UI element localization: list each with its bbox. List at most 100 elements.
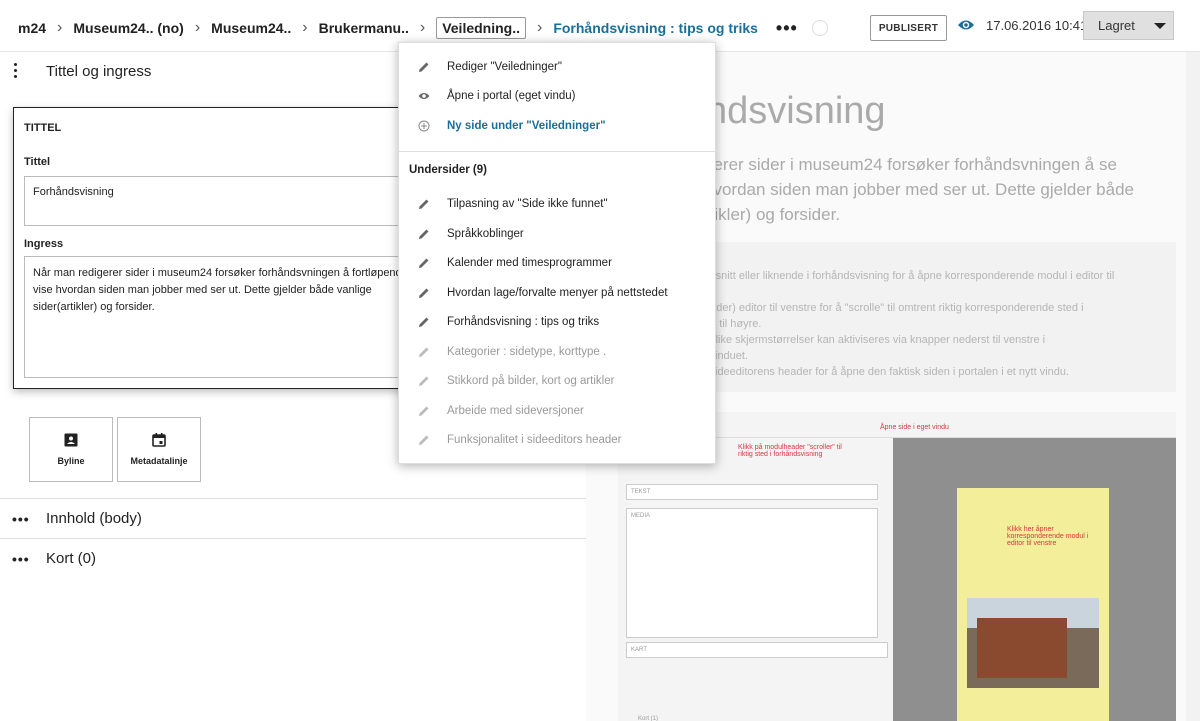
menu-subpage-item: Kategorier : sidetype, korttype . bbox=[399, 337, 717, 366]
pencil-icon bbox=[419, 317, 429, 327]
pencil-icon bbox=[419, 406, 429, 416]
more-horizontal-icon[interactable]: ••• bbox=[0, 551, 40, 567]
chevron-right-icon: › bbox=[537, 19, 543, 36]
subpage-label: Språkkoblinger bbox=[447, 227, 524, 240]
breadcrumb: m24 › Museum24.. (no) › Museum24.. › Bru… bbox=[18, 17, 828, 39]
preview-list-line: eader) editor til venstre for å "scrolle… bbox=[704, 302, 1084, 314]
subpage-label: Tilpasning av "Side ikke funnet" bbox=[447, 197, 608, 210]
title-module-card: TITTEL Tittel Forhåndsvisning Ingress Nå… bbox=[13, 107, 433, 389]
menu-subpage-item[interactable]: Kalender med timesprogrammer bbox=[399, 248, 717, 277]
pencil-icon bbox=[419, 229, 429, 239]
preview-list-line: i ulike skjermstørrelser kan aktiviseres… bbox=[704, 334, 1046, 346]
screenshot-photo bbox=[967, 598, 1099, 688]
ingress-label: Ingress bbox=[24, 238, 64, 250]
screenshot-bottom-label: Kort (1) bbox=[638, 716, 659, 721]
breadcrumb-item-veiledninger[interactable]: Veiledning.. bbox=[436, 17, 526, 39]
menu-subpage-item[interactable]: Forhåndsvisning : tips og triks bbox=[399, 307, 717, 336]
preview-lead[interactable]: gerer sider i museum24 forsøker forhånds… bbox=[704, 152, 1174, 227]
eye-icon[interactable] bbox=[957, 18, 975, 32]
screenshot-module: KART bbox=[626, 642, 888, 658]
menu-item-new-page[interactable]: Ny side under "Veiledninger" bbox=[399, 111, 717, 140]
title-input[interactable]: Forhåndsvisning bbox=[24, 176, 424, 226]
section-label-cards: Kort (0) bbox=[46, 550, 97, 567]
subpage-label: Hvordan lage/forvalte menyer på nettsted… bbox=[447, 286, 668, 299]
preview-list-line: en til høyre. bbox=[704, 318, 762, 330]
pencil-icon bbox=[419, 258, 429, 268]
subpages-header: Undersider (9) bbox=[409, 164, 487, 176]
saved-label: Lagret bbox=[1098, 18, 1135, 33]
screenshot-module: TEKST bbox=[626, 484, 878, 500]
breadcrumb-current: Forhåndsvisning : tips og triks bbox=[553, 20, 758, 36]
chevron-right-icon: › bbox=[302, 19, 308, 36]
more-horizontal-icon[interactable]: ••• bbox=[0, 511, 40, 527]
chevron-right-icon: › bbox=[419, 19, 426, 36]
loading-spinner-icon bbox=[811, 20, 828, 36]
saved-dropdown[interactable]: Lagret bbox=[1083, 11, 1174, 40]
menu-item-label: Ny side under "Veiledninger" bbox=[447, 119, 606, 132]
preview-list-line: avsnitt eller liknende i forhåndsvisning… bbox=[704, 270, 1115, 282]
menu-divider bbox=[399, 151, 717, 152]
breadcrumb-dropdown-menu: Rediger "Veiledninger" Åpne i portal (eg… bbox=[398, 42, 717, 464]
menu-item-open-portal[interactable]: Åpne i portal (eget vindu) bbox=[399, 81, 717, 110]
annotation-open-window: Åpne side i eget vindu bbox=[880, 424, 949, 431]
subpage-label: Forhåndsvisning : tips og triks bbox=[447, 315, 600, 328]
screenshot-editor: Klikk på modulheader "scroller" til rikt… bbox=[618, 438, 893, 721]
card-title: TITTEL bbox=[24, 122, 62, 134]
screenshot-module: MEDIA bbox=[626, 508, 878, 638]
metadata-line-label: Metadatalinje bbox=[130, 456, 188, 466]
more-vertical-icon[interactable] bbox=[14, 63, 18, 81]
menu-subpage-item[interactable]: Tilpasning av "Side ikke funnet" bbox=[399, 189, 717, 218]
menu-subpage-item[interactable]: Hvordan lage/forvalte menyer på nettsted… bbox=[399, 278, 717, 307]
byline-label: Byline bbox=[57, 456, 85, 466]
pencil-icon bbox=[419, 199, 429, 209]
more-horizontal-icon[interactable]: ••• bbox=[776, 18, 798, 39]
section-row-body[interactable]: ••• Innhold (body) bbox=[0, 498, 586, 538]
subpage-label: Funksjonalitet i sideeditors header bbox=[447, 433, 622, 446]
ingress-textarea[interactable]: Når man redigerer sider i museum24 forsø… bbox=[24, 256, 424, 378]
breadcrumb-item-brukermanual[interactable]: Brukermanu.. bbox=[319, 20, 409, 36]
menu-subpage-item: Funksjonalitet i sideeditors header bbox=[399, 425, 717, 454]
timestamp: 17.06.2016 10:41 bbox=[986, 18, 1088, 33]
eye-icon bbox=[418, 92, 430, 99]
plus-circle-icon bbox=[418, 120, 430, 131]
breadcrumb-item-m24[interactable]: m24 bbox=[18, 20, 46, 36]
preview-list-line: svinduet. bbox=[704, 350, 749, 362]
chevron-right-icon: › bbox=[57, 19, 63, 36]
byline-button[interactable]: Byline bbox=[29, 417, 113, 482]
breadcrumb-item-museum24[interactable]: Museum24.. bbox=[211, 20, 291, 36]
menu-subpage-item[interactable]: Språkkoblinger bbox=[399, 219, 717, 248]
annotation-open-module: Klikk her åpner korresponderende modul i… bbox=[1007, 526, 1089, 547]
menu-item-label: Åpne i portal (eget vindu) bbox=[447, 89, 576, 102]
published-button[interactable]: PUBLISERT bbox=[870, 15, 947, 41]
preview-list-line: i sideeditorens header for å åpne den fa… bbox=[704, 366, 1070, 378]
menu-item-edit[interactable]: Rediger "Veiledninger" bbox=[399, 52, 717, 81]
annotation-scroll: Klikk på modulheader "scroller" til rikt… bbox=[738, 444, 842, 458]
menu-subpage-item: Stikkord på bilder, kort og artikler bbox=[399, 366, 717, 395]
pencil-icon bbox=[419, 347, 429, 357]
preview-title[interactable]: ndsvisning bbox=[706, 90, 886, 133]
subpage-label: Kalender med timesprogrammer bbox=[447, 256, 612, 269]
menu-subpage-item: Arbeide med sideversjoner bbox=[399, 396, 717, 425]
pencil-icon bbox=[419, 62, 429, 72]
contact-card-icon bbox=[64, 433, 78, 447]
subpage-label: Stikkord på bilder, kort og artikler bbox=[447, 374, 615, 387]
breadcrumb-item-museum24-no[interactable]: Museum24.. (no) bbox=[73, 20, 183, 36]
pencil-icon bbox=[419, 435, 429, 445]
screenshot-module-label: MEDIA bbox=[631, 513, 651, 519]
menu-item-label: Rediger "Veiledninger" bbox=[447, 60, 562, 73]
metadata-line-button[interactable]: Metadatalinje bbox=[117, 417, 201, 482]
section-row-cards[interactable]: ••• Kort (0) bbox=[0, 538, 586, 578]
chevron-right-icon: › bbox=[194, 19, 201, 36]
screenshot-highlight: Klikk her åpner korresponderende modul i… bbox=[957, 488, 1109, 721]
subpage-label: Arbeide med sideversjoner bbox=[447, 404, 584, 417]
screenshot-preview: Klikk her åpner korresponderende modul i… bbox=[893, 438, 1176, 721]
preview-list-line bbox=[704, 284, 1176, 300]
screenshot-module-label: TEKST bbox=[631, 489, 651, 495]
section-label-body: Innhold (body) bbox=[46, 510, 142, 527]
calendar-icon bbox=[152, 433, 166, 447]
caret-down-icon bbox=[1154, 22, 1166, 29]
pencil-icon bbox=[419, 376, 429, 386]
screenshot-module-label: KART bbox=[631, 647, 647, 653]
section-title-ingress[interactable]: Tittel og ingress bbox=[46, 63, 151, 80]
title-label: Tittel bbox=[24, 156, 51, 168]
